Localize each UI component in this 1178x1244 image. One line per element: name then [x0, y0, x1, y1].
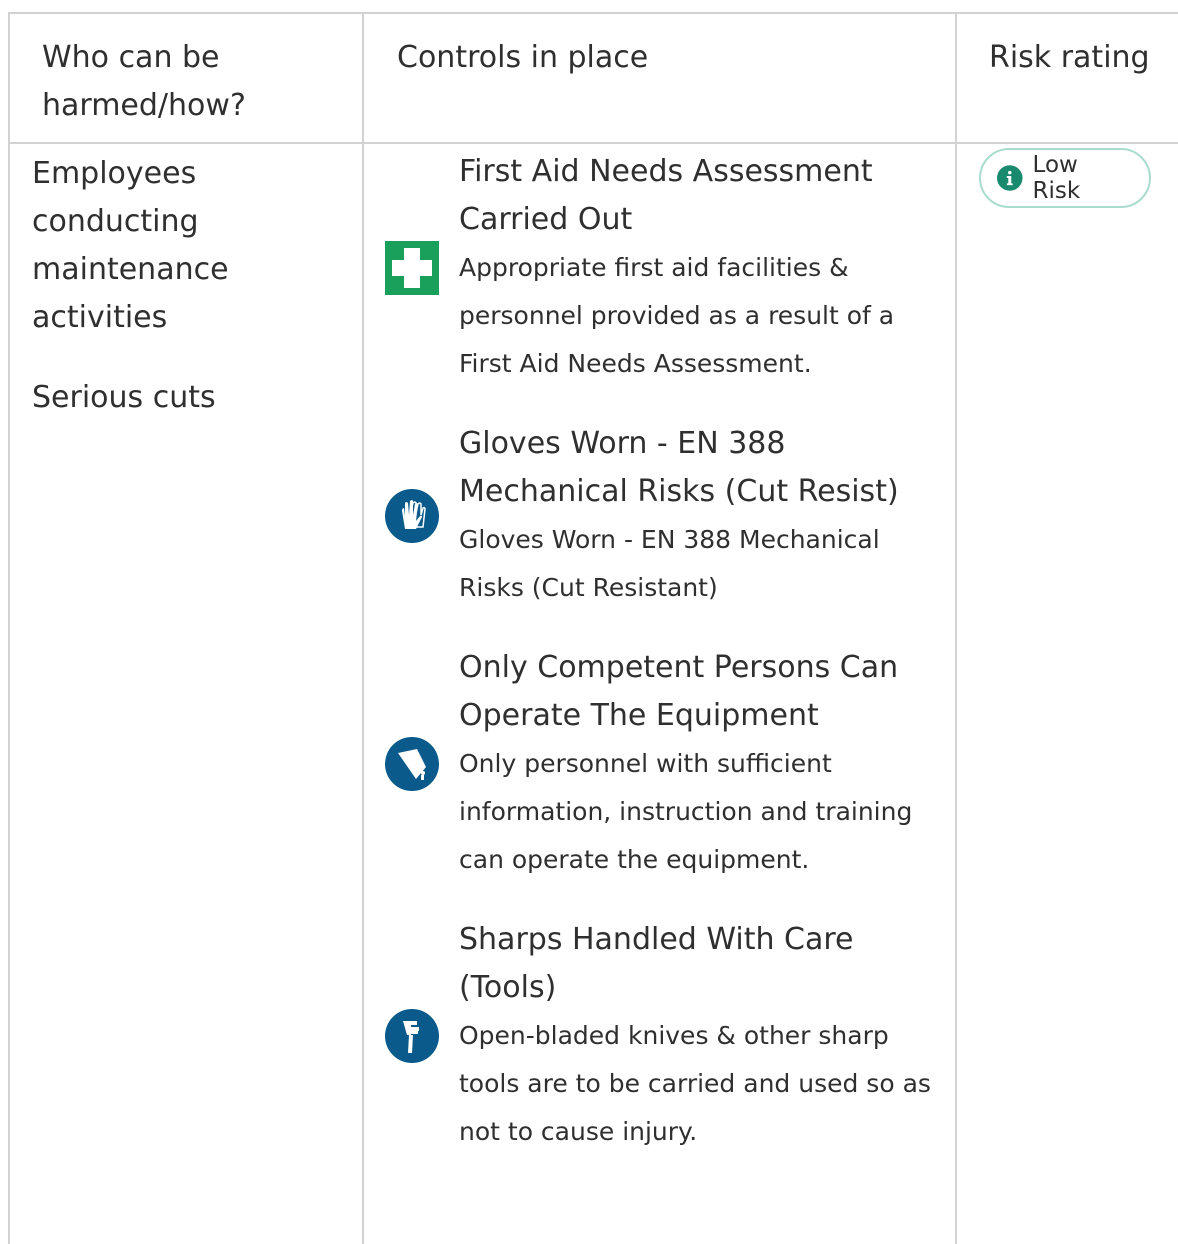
header-divider — [10, 142, 1178, 144]
control-item: First Aid Needs Assessment Carried Out A… — [385, 148, 945, 388]
harm-description: Serious cuts — [32, 380, 216, 415]
header-controls: Controls in place — [397, 40, 649, 75]
control-description: Open-bladed knives & other sharp tools a… — [459, 1021, 931, 1146]
risk-rating-badge[interactable]: Low Risk — [979, 148, 1151, 208]
gloves-icon — [385, 489, 439, 543]
header-who: Who can be harmed/how? — [42, 40, 246, 123]
instruction-manual-icon — [385, 737, 439, 791]
who-description: Employees conducting maintenance activit… — [32, 156, 229, 335]
knife-hand-icon — [385, 1009, 439, 1063]
control-item: Sharps Handled With Care (Tools) Open-bl… — [385, 916, 945, 1156]
control-title: First Aid Needs Assessment Carried Out — [459, 154, 873, 237]
control-item: Gloves Worn - EN 388 Mechanical Risks (C… — [385, 420, 945, 612]
who-cell: Employees conducting maintenance activit… — [32, 150, 342, 422]
column-divider — [362, 14, 364, 1244]
column-divider — [955, 14, 957, 1244]
control-description: Appropriate first aid facilities & perso… — [459, 253, 895, 378]
risk-rating-label: Low Risk — [1032, 152, 1081, 204]
control-description: Gloves Worn - EN 388 Mechanical Risks (C… — [459, 525, 880, 602]
first-aid-icon — [385, 241, 439, 295]
control-description: Only personnel with sufficient informati… — [459, 749, 913, 874]
control-title: Gloves Worn - EN 388 Mechanical Risks (C… — [459, 426, 899, 509]
header-risk: Risk rating — [989, 40, 1150, 75]
control-item: Only Competent Persons Can Operate The E… — [385, 644, 945, 884]
controls-list: First Aid Needs Assessment Carried Out A… — [385, 148, 945, 1188]
control-title: Sharps Handled With Care (Tools) — [459, 922, 854, 1005]
info-icon — [997, 165, 1023, 191]
control-title: Only Competent Persons Can Operate The E… — [459, 650, 899, 733]
